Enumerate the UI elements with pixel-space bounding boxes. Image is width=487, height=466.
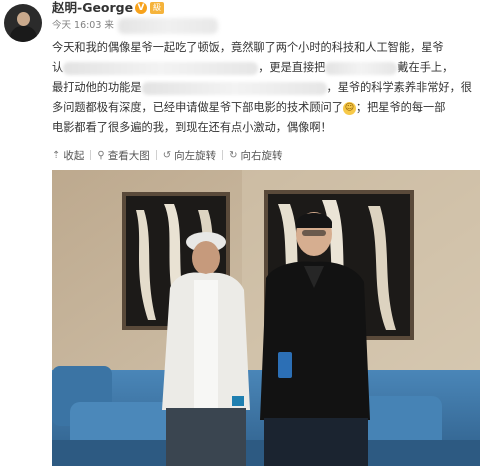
avatar-head	[17, 12, 30, 26]
redacted-text	[141, 81, 327, 95]
image-toolbar: ⇡ 收起 ⚲ 查看大图 ↺ 向左旋转 ↻ 向右旋转	[52, 146, 283, 164]
rotate-left-icon: ↺	[162, 149, 172, 161]
content-line-1: 今天和我的偶像星爷一起吃了顿饭，竟然聊了两个小时的科技和人工智能，星爷	[52, 41, 444, 54]
post-photo[interactable]	[52, 170, 480, 466]
rotate-right-icon: ↻	[229, 149, 238, 161]
content-line-3: 最打动他的功能是 ，星爷的科学素养非常好，很	[52, 78, 480, 98]
post-content: 今天和我的偶像星爷一起吃了顿饭，竟然聊了两个小时的科技和人工智能，星爷 认 ，更是…	[52, 38, 480, 138]
content-text: 多问题都极有深度，已经申请做星爷下部电影的技术顾问了	[52, 101, 343, 114]
photo-illustration	[52, 170, 480, 466]
view-large-label: 查看大图	[107, 149, 150, 162]
rotate-right-label: 向右旋转	[240, 149, 283, 162]
rotate-right-button[interactable]: ↻ 向右旋转	[229, 148, 282, 163]
post-time[interactable]: 今天 16:03 来	[52, 20, 114, 32]
view-large-button[interactable]: ⚲ 查看大图	[97, 148, 149, 163]
content-text: ，星爷的科学素养非常好，很	[326, 81, 472, 94]
username[interactable]: 赵明-George	[52, 0, 133, 16]
collect-button[interactable]: ⇡ 收起	[52, 148, 84, 163]
content-text: 最打动他的功能是	[52, 81, 142, 94]
rotate-left-label: 向左旋转	[174, 149, 217, 162]
content-text: 认	[52, 61, 64, 74]
rotate-left-button[interactable]: ↺ 向左旋转	[163, 148, 216, 163]
verified-badge-icon: V	[135, 2, 147, 14]
content-text: ，更是直接把	[258, 61, 326, 74]
avatar-body	[10, 26, 37, 42]
content-text: 戴在手上，	[397, 61, 454, 74]
divider	[90, 150, 92, 160]
avatar[interactable]	[4, 4, 42, 42]
divider	[222, 150, 224, 160]
redacted-text	[63, 61, 259, 75]
smile-emoji-icon: ☺	[342, 101, 356, 115]
magnifier-icon: ⚲	[97, 149, 105, 161]
arrow-up-icon: ⇡	[52, 149, 61, 161]
redacted-text	[325, 61, 398, 75]
content-line-5: 电影都看了很多遍的我，到现在还有点小激动，偶像啊！	[52, 121, 332, 134]
divider	[155, 150, 157, 160]
redacted-source	[118, 18, 218, 34]
collect-label: 收起	[63, 149, 85, 162]
level-badge-icon: 級	[150, 2, 164, 14]
content-line-2: 认 ，更是直接把 戴在手上，	[52, 58, 480, 78]
content-text: ；把星爷的每一部	[355, 101, 446, 114]
content-line-4: 多问题都极有深度，已经申请做星爷下部电影的技术顾问了 ☺ ；把星爷的每一部	[52, 98, 480, 118]
